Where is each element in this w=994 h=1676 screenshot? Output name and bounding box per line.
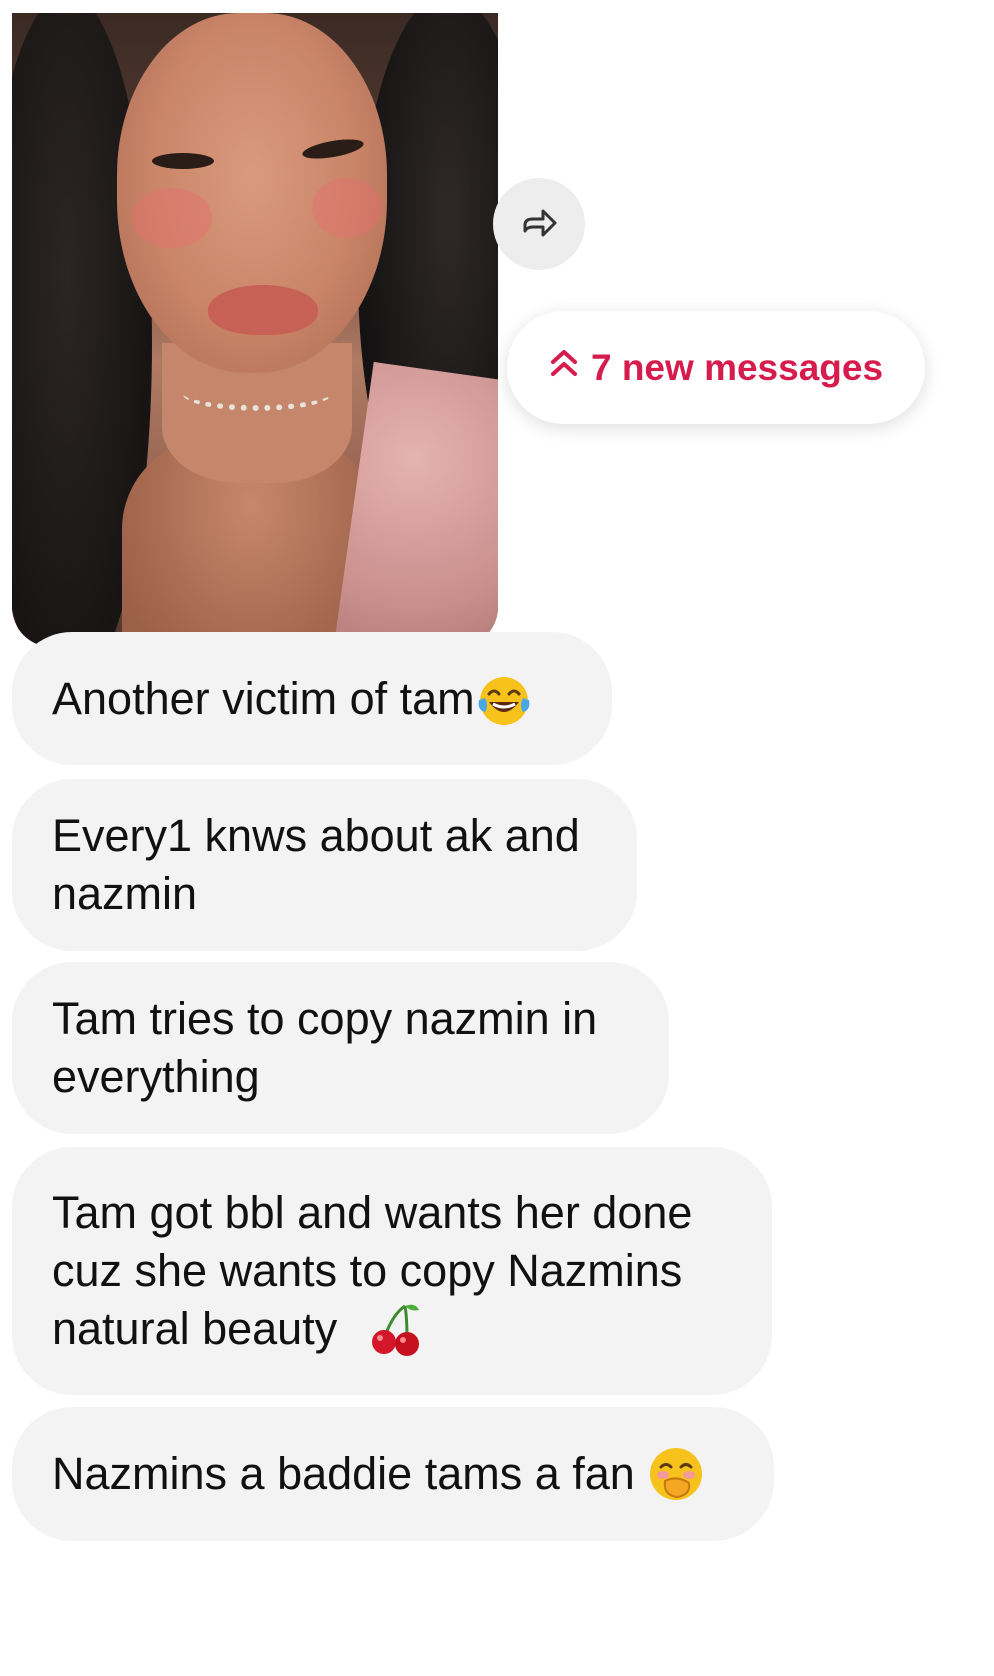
message-bubble[interactable]: Another victim of tam <box>12 632 612 765</box>
message-text: Tam tries to copy nazmin in everything <box>52 993 598 1102</box>
photo-eye-left <box>152 153 214 169</box>
message-text: Tam got bbl and wants her done cuz she w… <box>52 1187 693 1296</box>
message-bubble[interactable]: Tam tries to copy nazmin in everything <box>12 962 669 1134</box>
face-with-tears-of-joy-icon <box>475 670 533 728</box>
message-text-line: natural beauty <box>52 1303 338 1354</box>
message-bubble[interactable]: Tam got bbl and wants her done cuz she w… <box>12 1147 772 1395</box>
photo-cheek-right <box>312 178 382 238</box>
new-messages-button[interactable]: 7 new messages <box>507 311 925 424</box>
photo-necklace <box>182 375 332 411</box>
double-chevron-up-icon <box>549 346 579 389</box>
cherries-icon <box>367 1300 425 1358</box>
message-text: Another victim of tam <box>52 672 475 724</box>
face-with-hand-over-mouth-icon <box>647 1445 705 1503</box>
photo-cheek-left <box>132 188 212 248</box>
shared-photo[interactable] <box>12 13 498 647</box>
share-button[interactable] <box>493 178 585 270</box>
message-bubble[interactable]: Every1 knws about ak and nazmin <box>12 779 637 951</box>
new-messages-label: 7 new messages <box>590 346 884 388</box>
photo-lips <box>208 285 318 335</box>
photo-dress <box>331 361 498 647</box>
message-text: Every1 knws about ak and nazmin <box>52 810 580 919</box>
message-bubble[interactable]: Nazmins a baddie tams a fan <box>12 1407 774 1541</box>
message-text: Nazmins a baddie tams a fan <box>52 1448 648 1499</box>
share-forward-icon <box>517 201 561 248</box>
